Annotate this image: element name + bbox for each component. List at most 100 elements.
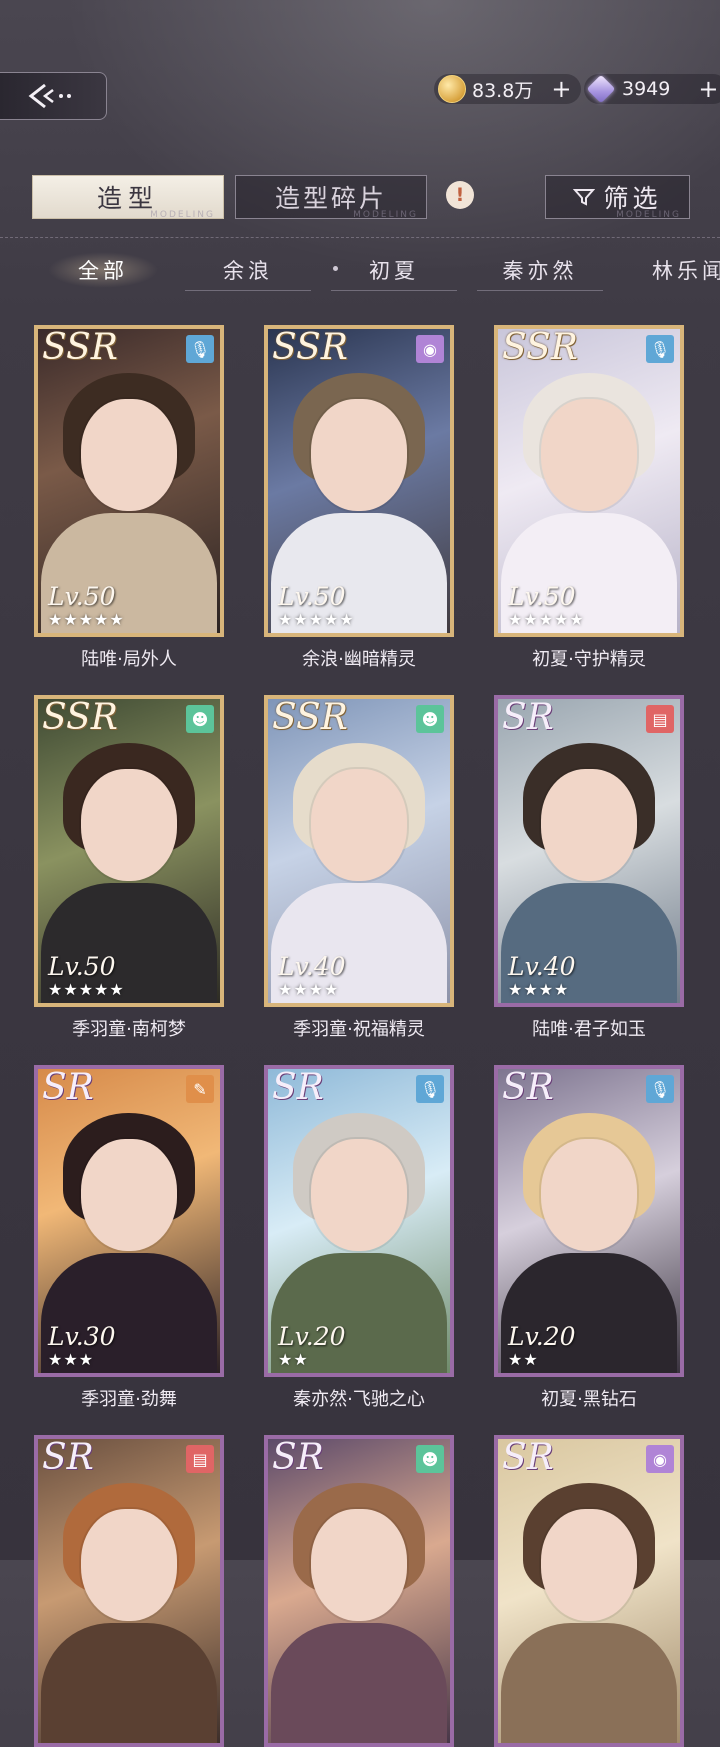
portrait-face [81, 399, 177, 511]
outfit-card[interactable]: SR 🎙 Lv.20 ★★ [264, 1065, 454, 1377]
rarity-badge: SSR [502, 327, 578, 368]
rarity-badge: SSR [42, 697, 118, 738]
portrait-face [541, 1139, 637, 1251]
card-name: 陆唯·君子如玉 [532, 1019, 646, 1040]
rarity-badge: SSR [42, 327, 118, 368]
character-portrait [38, 1439, 220, 1743]
rarity-badge: SR [42, 1437, 94, 1478]
karaoke-icon: ✎ [186, 1075, 214, 1103]
card-stars: ★★ [278, 1350, 309, 1369]
mic-icon: 🎙 [646, 1075, 674, 1103]
mic-icon: 🎙 [416, 1075, 444, 1103]
card-level: Lv.20 [278, 1322, 346, 1351]
card-name: 季羽童·南柯梦 [72, 1019, 186, 1040]
rarity-badge: SR [502, 1067, 554, 1108]
gold-value: 83.8万 [472, 79, 534, 102]
card-name: 季羽童·劲舞 [81, 1389, 177, 1410]
card-stars: ★★★★ [278, 980, 340, 999]
rarity-badge: SR [42, 1067, 94, 1108]
card-level: Lv.40 [508, 952, 576, 981]
char-tab-chuxia[interactable]: 初夏 [331, 252, 457, 291]
card-name: 季羽童·祝福精灵 [293, 1019, 425, 1040]
outfit-card[interactable]: SR ▤ Lv.40 ★★★★ [494, 695, 684, 1007]
card-stars: ★★★★★ [48, 610, 125, 629]
char-tab-yulang[interactable]: 余浪 [185, 252, 311, 291]
portrait-face [311, 769, 407, 881]
outfit-card[interactable]: SSR ◉ Lv.50 ★★★★★ [264, 325, 454, 637]
clapper-icon: ▤ [646, 705, 674, 733]
info-icon[interactable]: ! [446, 181, 474, 209]
gold-currency: 83.8万 + [434, 74, 582, 104]
portrait-face [311, 1509, 407, 1621]
tab-outfit[interactable]: 造型 MODELING [32, 175, 224, 220]
outfit-card[interactable]: SR ☻ [264, 1435, 454, 1747]
filter-subtitle: MODELING [616, 210, 681, 220]
outfit-card[interactable]: SSR 🎙 Lv.50 ★★★★★ [494, 325, 684, 637]
portrait-outfit [501, 1623, 677, 1743]
card-stars: ★★ [508, 1350, 539, 1369]
portrait-face [541, 769, 637, 881]
character-portrait [268, 1439, 450, 1743]
outfit-card[interactable]: SSR ☻ Lv.40 ★★★★ [264, 695, 454, 1007]
char-tab-label: 全部 [78, 259, 128, 283]
rarity-badge: SSR [272, 697, 348, 738]
mic-icon: 🎙 [186, 335, 214, 363]
filter-icon [573, 189, 596, 206]
mic-icon: 🎙 [646, 335, 674, 363]
card-name: 秦亦然·飞驰之心 [293, 1389, 425, 1410]
back-button[interactable] [0, 72, 107, 120]
outfit-card[interactable]: SR ▤ [34, 1435, 224, 1747]
outfit-card[interactable]: SR ◉ [494, 1435, 684, 1747]
portrait-face [311, 1139, 407, 1251]
char-tab-label: 秦亦然 [502, 259, 578, 283]
char-tab-qinyiran[interactable]: 秦亦然 [477, 252, 603, 291]
smile-icon: ☻ [416, 1445, 444, 1473]
card-name: 初夏·黑钻石 [541, 1389, 637, 1410]
portrait-face [81, 1509, 177, 1621]
card-name: 陆唯·局外人 [81, 649, 177, 670]
outfit-card[interactable]: SR ✎ Lv.30 ★★★ [34, 1065, 224, 1377]
portrait-face [311, 399, 407, 511]
diamond-icon [586, 74, 616, 104]
clapper-icon: ▤ [186, 1445, 214, 1473]
char-tab-linlewen[interactable]: 林乐闻 [622, 252, 720, 288]
gem-value: 3949 [622, 78, 671, 100]
tab-outfit-subtitle: MODELING [150, 210, 215, 220]
rarity-badge: SR [272, 1067, 324, 1108]
card-stars: ★★★★ [508, 980, 570, 999]
char-tab-label: 初夏 [369, 259, 419, 283]
outfit-card[interactable]: SSR 🎙 Lv.50 ★★★★★ [34, 325, 224, 637]
card-level: Lv.40 [278, 952, 346, 981]
outfit-card[interactable]: SSR ☻ Lv.50 ★★★★★ [34, 695, 224, 1007]
char-tab-all[interactable]: 全部 [48, 252, 158, 288]
char-tab-label: 林乐闻 [652, 259, 720, 283]
portrait-face [81, 769, 177, 881]
rarity-badge: SSR [272, 327, 348, 368]
add-gold-button[interactable]: + [551, 75, 571, 103]
portrait-face [541, 1509, 637, 1621]
card-level: Lv.50 [48, 582, 116, 611]
card-stars: ★★★★★ [508, 610, 585, 629]
coin-icon [438, 75, 466, 103]
rarity-badge: SR [502, 697, 554, 738]
gem-currency: 3949 + [584, 74, 720, 104]
card-level: Lv.50 [278, 582, 346, 611]
rarity-badge: SR [502, 1437, 554, 1478]
char-tab-label: 余浪 [223, 259, 273, 283]
divider [0, 237, 720, 238]
add-gem-button[interactable]: + [698, 75, 718, 103]
portrait-outfit [41, 1623, 217, 1743]
outfit-card[interactable]: SR 🎙 Lv.20 ★★ [494, 1065, 684, 1377]
card-level: Lv.20 [508, 1322, 576, 1351]
card-level: Lv.30 [48, 1322, 116, 1351]
tab-shards-subtitle: MODELING [353, 210, 418, 220]
filter-button[interactable]: 筛选 MODELING [545, 175, 690, 220]
card-name: 初夏·守护精灵 [532, 649, 646, 670]
record-icon: ◉ [416, 335, 444, 363]
rarity-badge: SR [272, 1437, 324, 1478]
card-level: Lv.50 [48, 952, 116, 981]
card-stars: ★★★ [48, 1350, 95, 1369]
tab-outfit-shards[interactable]: 造型碎片 MODELING [235, 175, 427, 220]
card-stars: ★★★★★ [278, 610, 355, 629]
portrait-outfit [271, 1623, 447, 1743]
